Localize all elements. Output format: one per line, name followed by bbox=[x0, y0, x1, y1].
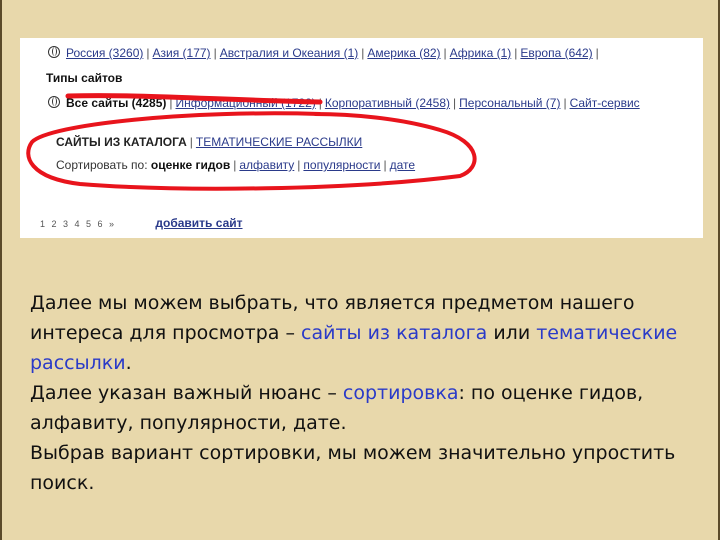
paragraph-3: Выбрав вариант сортировки, мы можем знач… bbox=[30, 438, 680, 498]
text-segment: . bbox=[125, 352, 132, 374]
paragraph-2: Далее указан важный нюанс – сортировка: … bbox=[30, 378, 680, 438]
red-underline-stroke bbox=[65, 93, 323, 105]
catalog-screenshot: Россия (3260) | Азия (177) | Австралия и Оке… bbox=[20, 38, 703, 238]
red-ellipse-stroke bbox=[26, 111, 477, 191]
red-annotation bbox=[26, 93, 477, 191]
slide-border-left bbox=[0, 0, 2, 540]
paragraph-1: Далее мы можем выбрать, что является пре… bbox=[30, 288, 680, 378]
highlighted-term: сайты из каталога bbox=[301, 322, 488, 344]
text-segment: Выбрав вариант сортировки, мы можем знач… bbox=[30, 442, 676, 494]
text-segment: Далее указан важный нюанс – bbox=[30, 382, 343, 404]
highlighted-term: сортировка bbox=[342, 382, 459, 404]
text-segment: или bbox=[487, 322, 537, 344]
